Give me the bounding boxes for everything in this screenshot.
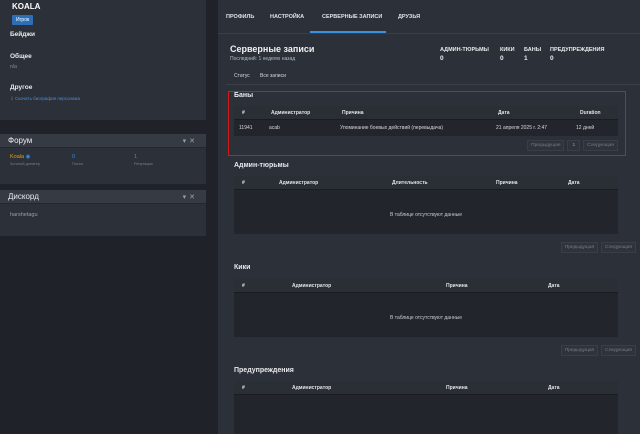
- empty-message: В таблице отсутствуют данные: [390, 315, 462, 321]
- jails-pagination: Предыдущая Следующая: [560, 242, 636, 253]
- verified-icon: ◉: [25, 154, 31, 160]
- col-date[interactable]: Дата: [498, 110, 510, 116]
- col-reason[interactable]: Причина: [446, 385, 468, 391]
- stat-warnings: ПРЕДУПРЕЖДЕНИЯ 0: [550, 47, 605, 62]
- jails-title: Админ-тюрьмы: [234, 162, 289, 169]
- active-tab-indicator: [310, 31, 386, 33]
- empty-message: В таблице отсутствуют данные: [390, 212, 462, 218]
- stat-bans: БАНЫ 1: [524, 47, 542, 62]
- tab-profile[interactable]: ПРОФИЛЬ: [226, 14, 254, 20]
- table-header: # Администратор Причина Дата: [234, 279, 618, 293]
- discord-username: harshetagu: [10, 212, 38, 218]
- rep-value: 1: [134, 154, 138, 160]
- discord-title: Дискорд: [8, 192, 39, 201]
- forum-card: Форум ▾✕ Koala ◉ Золотой донатер 0 Посты…: [0, 134, 206, 184]
- close-icon[interactable]: ✕: [189, 194, 198, 201]
- bans-pagination: Предыдущая 1 Следующая: [527, 140, 618, 151]
- download-icon: ⇩: [10, 96, 14, 101]
- records-title: Серверные записи: [230, 44, 315, 54]
- records-last: Последний: 1 неделю назад: [230, 56, 296, 62]
- forum-name[interactable]: Koala ◉: [10, 154, 72, 160]
- next-button[interactable]: Следующая: [601, 242, 636, 253]
- tab-server-records[interactable]: СЕРВЕРНЫЕ ЗАПИСИ: [322, 14, 382, 20]
- col-admin[interactable]: Администратор: [279, 180, 318, 186]
- bans-title: Баны: [234, 92, 254, 99]
- kicks-title: Кики: [234, 264, 251, 271]
- forum-name-sub: Золотой донатер: [10, 162, 40, 166]
- role-badge: Игрок: [12, 15, 34, 25]
- profile-tabs: ПРОФИЛЬ НАСТРОЙКА СЕРВЕРНЫЕ ЗАПИСИ ДРУЗЬ…: [218, 0, 640, 34]
- jails-table: # Администратор Длительность Причина Дат…: [234, 176, 618, 234]
- col-reason[interactable]: Причина: [342, 110, 364, 116]
- tab-friends[interactable]: ДРУЗЬЯ: [398, 14, 420, 20]
- col-date[interactable]: Дата: [548, 283, 560, 289]
- col-admin[interactable]: Администратор: [292, 385, 331, 391]
- main-panel: ПРОФИЛЬ НАСТРОЙКА СЕРВЕРНЫЕ ЗАПИСИ ДРУЗЬ…: [218, 0, 640, 434]
- rep-label: Репутация: [134, 162, 153, 166]
- forum-header: Форум ▾✕: [0, 134, 206, 148]
- discord-card: Дискорд ▾✕ harshetagu: [0, 190, 206, 236]
- col-reason[interactable]: Причина: [446, 283, 468, 289]
- subtab-divider: [226, 84, 640, 85]
- table-header: # Администратор Причина Дата Duration: [234, 106, 618, 120]
- warnings-title: Предупреждения: [234, 367, 294, 374]
- posts-label: Посты: [72, 162, 84, 166]
- general-label: Общее: [10, 53, 32, 60]
- badges-label: Бейджи: [10, 31, 36, 38]
- table-header: # Администратор Длительность Причина Дат…: [234, 176, 618, 190]
- stat-jails: АДМИН-ТЮРЬМЫ 0: [440, 47, 489, 62]
- download-bio-link[interactable]: ⇩ Скачать биография персонажа: [10, 96, 80, 102]
- col-duration[interactable]: Duration: [580, 110, 601, 116]
- tab-settings[interactable]: НАСТРОЙКА: [270, 14, 304, 20]
- kicks-table: # Администратор Причина Дата В таблице о…: [234, 279, 618, 337]
- prev-button[interactable]: Предыдущая: [527, 140, 565, 151]
- col-id[interactable]: #: [242, 110, 245, 116]
- col-date[interactable]: Дата: [548, 385, 560, 391]
- next-button[interactable]: Следующая: [583, 140, 618, 151]
- subtab-all-records[interactable]: Все записи: [260, 73, 286, 79]
- subtab-status[interactable]: Статус: [234, 73, 250, 79]
- col-admin[interactable]: Администратор: [292, 283, 331, 289]
- close-icon[interactable]: ✕: [189, 138, 198, 145]
- kicks-pagination: Предыдущая Следующая: [560, 345, 636, 356]
- profile-card: KOALA Игрок Бейджи Общее n/a Другое ⇩ Ск…: [0, 0, 206, 120]
- forum-title: Форум: [8, 136, 33, 145]
- bans-table: # Администратор Причина Дата Duration 11…: [234, 106, 618, 136]
- other-label: Другое: [10, 84, 33, 91]
- discord-header: Дискорд ▾✕: [0, 190, 206, 204]
- posts-value: 0: [72, 154, 76, 160]
- table-header: # Администратор Причина Дата: [234, 381, 618, 395]
- general-value: n/a: [10, 64, 17, 70]
- col-length[interactable]: Длительность: [392, 180, 428, 186]
- table-row[interactable]: 11941 acab Упоминание боевых действий (п…: [234, 120, 618, 136]
- col-date[interactable]: Дата: [568, 180, 580, 186]
- prev-button[interactable]: Предыдущая: [560, 345, 599, 356]
- col-id[interactable]: #: [242, 283, 245, 289]
- col-id[interactable]: #: [242, 385, 245, 391]
- col-id[interactable]: #: [242, 180, 245, 186]
- page-1-button[interactable]: 1: [567, 140, 581, 151]
- prev-button[interactable]: Предыдущая: [560, 242, 599, 253]
- stat-kicks: КИКИ 0: [500, 47, 515, 62]
- next-button[interactable]: Следующая: [601, 345, 636, 356]
- col-reason[interactable]: Причина: [496, 180, 518, 186]
- username: KOALA: [12, 2, 41, 11]
- warnings-table: # Администратор Причина Дата: [234, 381, 618, 434]
- col-admin[interactable]: Администратор: [271, 110, 310, 116]
